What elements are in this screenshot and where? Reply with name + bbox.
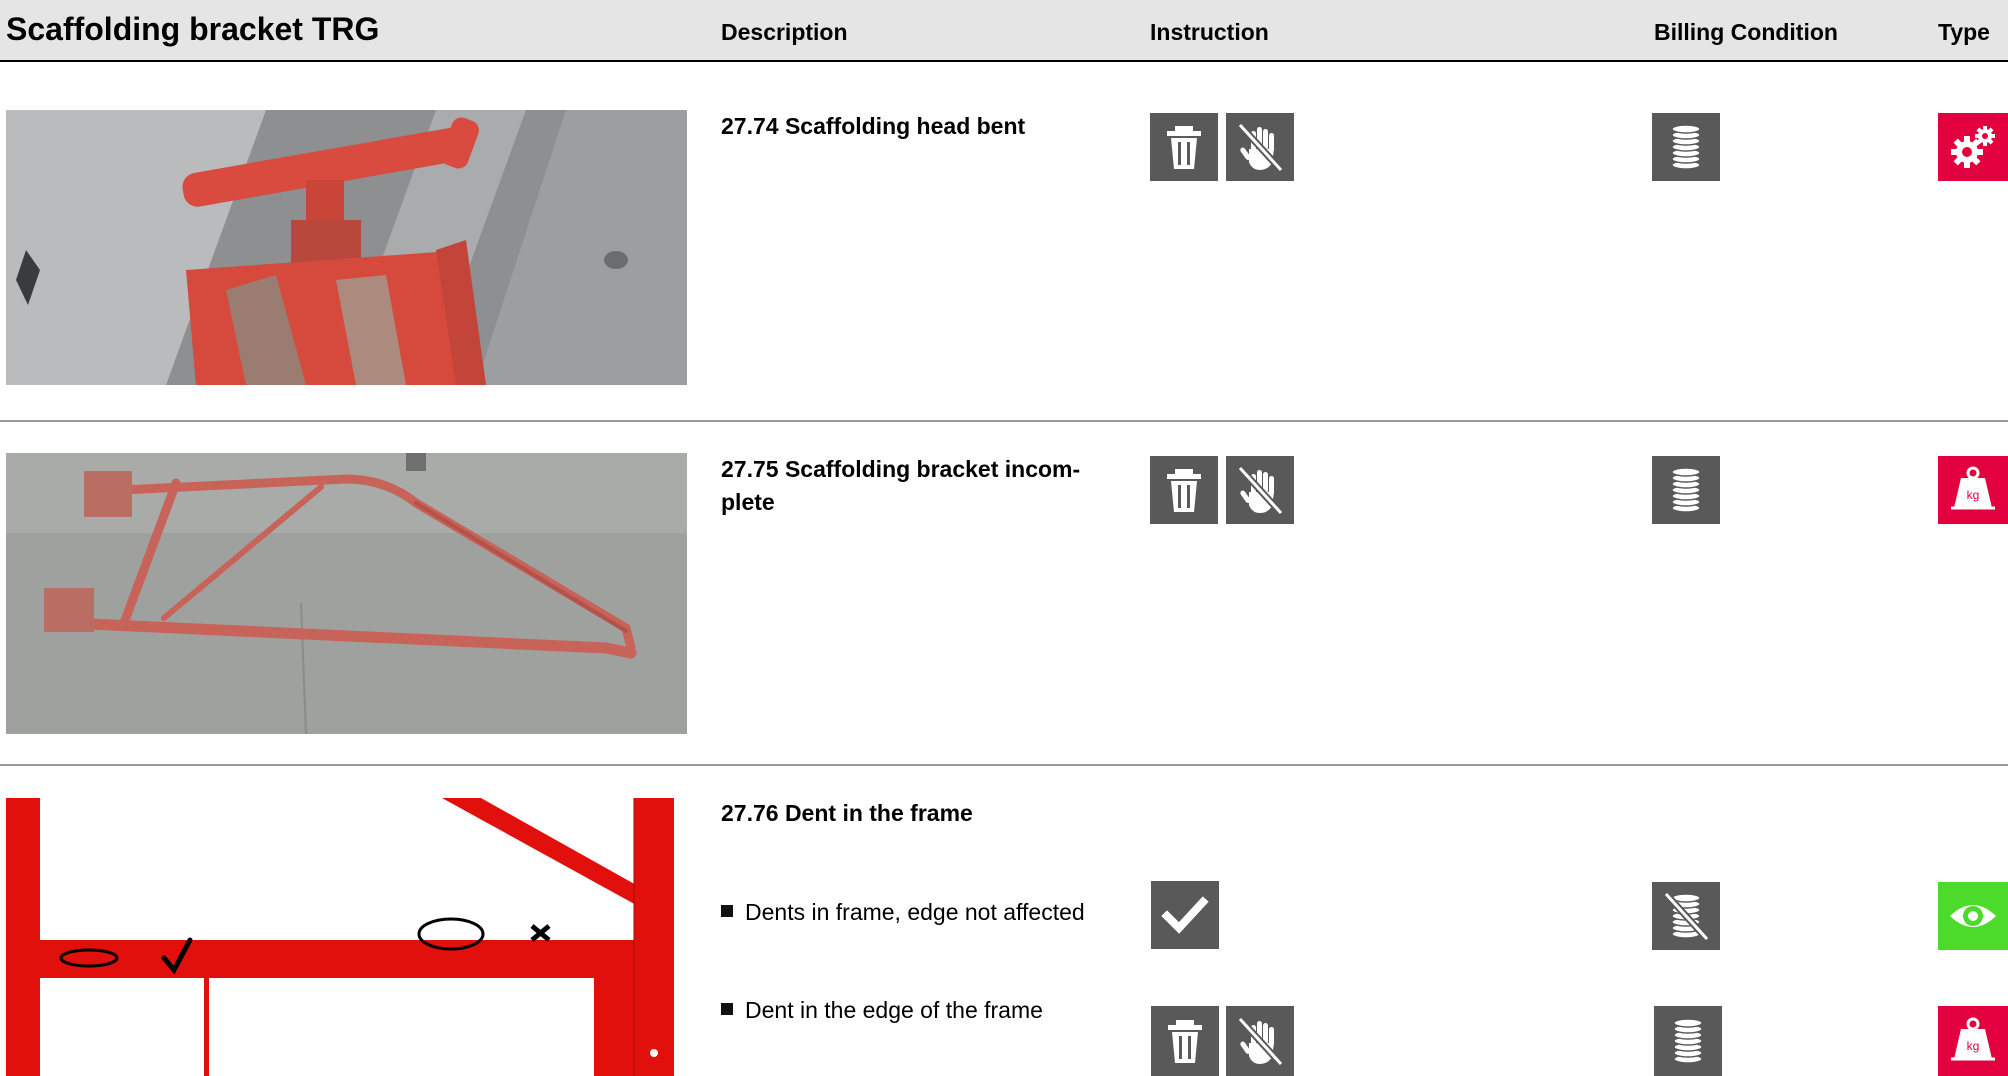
scaffolding-bracket-incomplete-photo: [6, 453, 687, 734]
row-title-27-75: 27.75 Scaffolding bracket incom-plete: [721, 456, 1081, 515]
checkmark-icon: [1151, 881, 1219, 949]
scaffolding-head-bent-photo: [6, 110, 687, 385]
trash-icon: [1151, 1006, 1219, 1076]
bullet-icon: [721, 905, 733, 917]
weight-kg-icon: kg: [1938, 1006, 2008, 1076]
row-title-27-74: 27.74 Scaffolding head bent: [721, 113, 1026, 139]
row-title-27-76: 27.76 Dent in the frame: [721, 800, 973, 826]
svg-text:kg: kg: [1967, 1039, 1980, 1053]
coins-icon: [1652, 456, 1720, 524]
no-hand-icon: [1226, 456, 1294, 524]
gears-icon: [1938, 113, 2008, 181]
column-header-billing: Billing Condition: [1654, 19, 1838, 45]
weight-kg-icon: kg: [1938, 456, 2008, 524]
trash-icon: [1150, 113, 1218, 181]
column-header-instruction: Instruction: [1150, 19, 1269, 45]
no-coins-icon: [1652, 882, 1720, 950]
coins-icon: [1654, 1006, 1722, 1076]
bullet-icon: [721, 1003, 733, 1015]
no-hand-icon: [1226, 113, 1294, 181]
list-item: Dent in the edge of the frame: [721, 995, 1043, 1025]
table-header: Scaffolding bracket TRG Description Inst…: [0, 0, 2008, 62]
coins-icon: [1652, 113, 1720, 181]
list-item-text: Dents in frame, edge not affected: [745, 899, 1085, 925]
svg-text:kg: kg: [1967, 488, 1980, 502]
eye-icon: [1938, 882, 2008, 950]
page-title: Scaffolding bracket TRG: [6, 11, 380, 47]
row-divider: [0, 420, 2008, 422]
column-header-type: Type: [1938, 19, 1990, 45]
row-divider: [0, 764, 2008, 766]
no-hand-icon: [1226, 1006, 1294, 1076]
column-header-description: Description: [721, 19, 848, 45]
frame-dent-diagram: [6, 798, 674, 1076]
list-item: Dents in frame, edge not affected: [721, 897, 1085, 927]
list-item-text: Dent in the edge of the frame: [745, 997, 1043, 1023]
trash-icon: [1150, 456, 1218, 524]
